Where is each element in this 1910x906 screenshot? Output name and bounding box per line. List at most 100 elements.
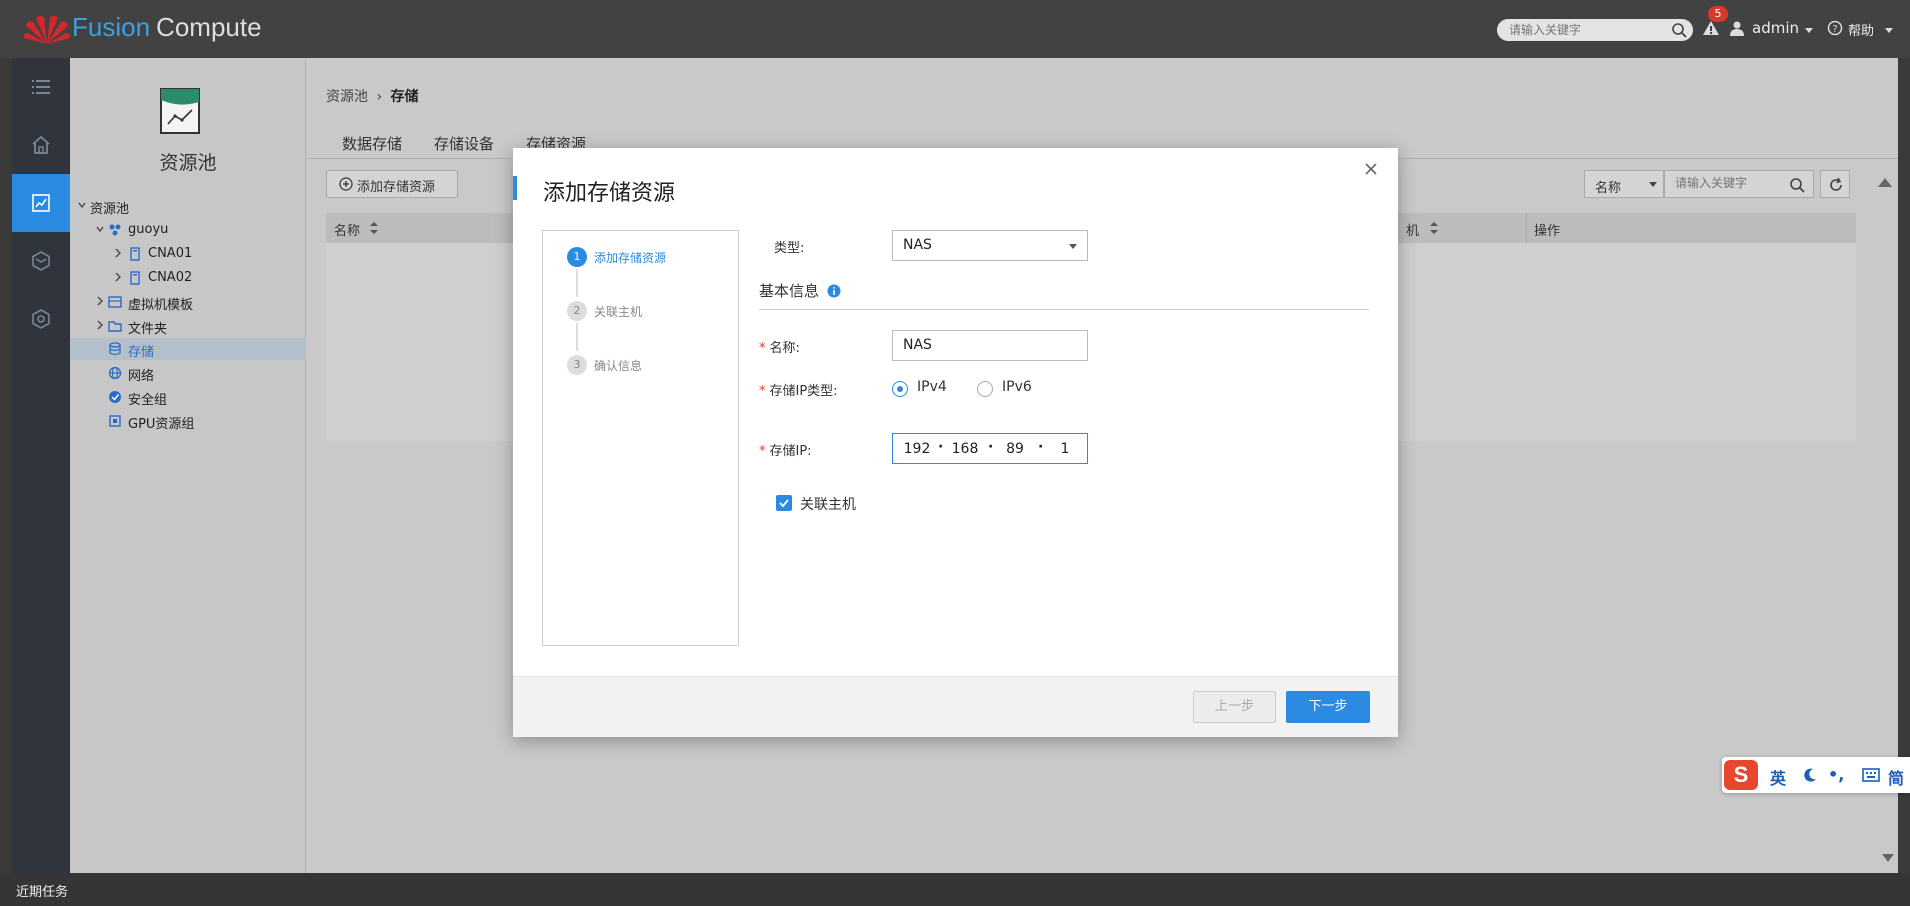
brand-title: Fusion Compute bbox=[72, 12, 262, 42]
chevron-right-icon[interactable] bbox=[114, 272, 122, 282]
filter-field-select[interactable]: 名称 bbox=[1584, 170, 1664, 198]
tree-item-label: 资源池 bbox=[90, 202, 130, 217]
sogou-logo-icon[interactable]: S bbox=[1724, 760, 1758, 790]
column-header-name[interactable]: 名称 bbox=[334, 220, 360, 239]
settings-icon[interactable] bbox=[31, 309, 51, 329]
filter-search-box[interactable] bbox=[1664, 170, 1814, 198]
refresh-icon[interactable] bbox=[1828, 177, 1844, 193]
chevron-right-icon[interactable] bbox=[96, 296, 104, 306]
tree-item-label: 文件夹 bbox=[128, 322, 168, 337]
radio-ipv6[interactable] bbox=[977, 381, 993, 397]
home-icon[interactable] bbox=[31, 135, 51, 155]
storage-ip-input[interactable]: 192 · 168 · 89 · 1 bbox=[892, 433, 1088, 464]
rail-menu[interactable] bbox=[12, 58, 70, 116]
huawei-logo-icon bbox=[23, 15, 71, 44]
sort-icon[interactable] bbox=[370, 222, 378, 234]
column-header-host[interactable]: 机 bbox=[1406, 220, 1419, 239]
previous-button[interactable]: 上一步 bbox=[1193, 691, 1276, 723]
resource-pool-icon[interactable] bbox=[31, 193, 51, 213]
tree-item-resource-pool[interactable]: 资源池 bbox=[70, 195, 306, 217]
ip-octet-1[interactable]: 192 bbox=[899, 441, 935, 457]
tab-data-storage[interactable]: 数据存储 bbox=[342, 133, 402, 154]
breadcrumb-parent[interactable]: 资源池 bbox=[326, 89, 368, 105]
tree-item-host-cna01[interactable]: CNA01 bbox=[70, 243, 306, 265]
refresh-button[interactable] bbox=[1820, 170, 1850, 198]
sort-icon[interactable] bbox=[1430, 222, 1438, 234]
ip-dot: · bbox=[938, 439, 944, 455]
tree-item-gpu-group[interactable]: GPU资源组 bbox=[70, 410, 306, 432]
user-caret-icon[interactable] bbox=[1805, 28, 1813, 33]
ime-punctuation-toggle[interactable]: •, bbox=[1828, 765, 1844, 784]
chevron-right-icon[interactable] bbox=[114, 248, 122, 258]
chevron-down-icon[interactable] bbox=[96, 224, 104, 234]
add-storage-resource-button[interactable]: 添加存储资源 bbox=[326, 170, 458, 198]
rail-vm[interactable] bbox=[12, 232, 70, 290]
tab-storage-device[interactable]: 存储设备 bbox=[434, 133, 494, 154]
scroll-down-icon[interactable] bbox=[1882, 854, 1894, 862]
ip-octet-2[interactable]: 168 bbox=[947, 441, 983, 457]
step-connector bbox=[576, 323, 578, 351]
ip-dot: · bbox=[988, 439, 994, 455]
tree-item-storage[interactable]: 存储 bbox=[70, 338, 306, 360]
dialog-title-accent bbox=[513, 176, 517, 200]
tree-item-network[interactable]: 网络 bbox=[70, 362, 306, 384]
next-button[interactable]: 下一步 bbox=[1286, 691, 1370, 723]
tree-item-security-group[interactable]: 安全组 bbox=[70, 386, 306, 408]
chevron-down-icon[interactable] bbox=[1069, 244, 1077, 249]
ip-octet-4[interactable]: 1 bbox=[1047, 441, 1083, 457]
step-number: 2 bbox=[567, 301, 587, 321]
tree-item-cluster-guoyu[interactable]: guoyu bbox=[70, 219, 306, 241]
add-button-label: 添加存储资源 bbox=[357, 180, 436, 195]
checkmark-icon bbox=[779, 499, 789, 508]
menu-icon[interactable] bbox=[31, 77, 51, 97]
chevron-down-icon[interactable] bbox=[78, 200, 86, 210]
breadcrumb-separator: › bbox=[376, 89, 383, 105]
host-icon bbox=[130, 271, 140, 285]
chevron-right-icon[interactable] bbox=[96, 320, 104, 330]
add-circle-icon bbox=[339, 177, 353, 191]
filter-field-value: 名称 bbox=[1595, 181, 1622, 196]
svg-text:?: ? bbox=[1832, 24, 1837, 35]
close-icon[interactable] bbox=[1364, 162, 1378, 176]
type-select[interactable]: NAS bbox=[892, 230, 1088, 261]
type-label: 类型: bbox=[774, 241, 805, 256]
vm-icon[interactable] bbox=[31, 251, 51, 271]
global-search[interactable] bbox=[1497, 19, 1693, 41]
resource-pool-large-icon bbox=[160, 88, 200, 134]
section-title-basic-info: 基本信息 bbox=[759, 282, 820, 300]
help-menu[interactable]: 帮助 bbox=[1848, 20, 1874, 39]
ime-mode-toggle[interactable]: 简 bbox=[1888, 765, 1904, 789]
info-icon[interactable] bbox=[827, 284, 841, 298]
moon-icon[interactable] bbox=[1802, 767, 1818, 783]
global-search-input[interactable] bbox=[1509, 21, 1669, 39]
tree-item-folder[interactable]: 文件夹 bbox=[70, 315, 306, 337]
name-input[interactable]: NAS bbox=[892, 330, 1088, 361]
associate-host-checkbox[interactable] bbox=[776, 495, 792, 511]
search-icon[interactable] bbox=[1671, 22, 1687, 38]
rail-home[interactable] bbox=[12, 116, 70, 174]
user-menu[interactable]: admin bbox=[1752, 19, 1799, 37]
chevron-down-icon[interactable] bbox=[1649, 182, 1657, 187]
breadcrumb: 资源池 › 存储 bbox=[326, 86, 419, 106]
help-caret-icon[interactable] bbox=[1885, 28, 1893, 33]
recent-tasks-link[interactable]: 近期任务 bbox=[16, 881, 68, 900]
ime-language-toggle[interactable]: 英 bbox=[1770, 765, 1786, 789]
rail-resource-pool[interactable] bbox=[12, 174, 70, 232]
filter-search-input[interactable] bbox=[1675, 176, 1785, 190]
keyboard-icon[interactable] bbox=[1862, 768, 1880, 782]
tree-item-host-cna02[interactable]: CNA02 bbox=[70, 267, 306, 289]
user-icon[interactable] bbox=[1729, 20, 1745, 36]
name-input-value: NAS bbox=[903, 337, 932, 353]
radio-ipv6-label[interactable]: IPv6 bbox=[1002, 379, 1032, 395]
radio-ipv4-label[interactable]: IPv4 bbox=[917, 379, 947, 395]
radio-ipv4[interactable] bbox=[892, 381, 908, 397]
tree-item-vm-template[interactable]: 虚拟机模板 bbox=[70, 291, 306, 313]
scroll-up-icon[interactable] bbox=[1878, 178, 1892, 187]
rail-system[interactable] bbox=[12, 290, 70, 348]
ip-octet-3[interactable]: 89 bbox=[997, 441, 1033, 457]
help-icon[interactable]: ? bbox=[1827, 20, 1843, 36]
tree-item-label: 网络 bbox=[128, 369, 155, 384]
search-icon[interactable] bbox=[1789, 177, 1805, 193]
associate-host-label[interactable]: 关联主机 bbox=[800, 494, 856, 514]
tree-item-label: CNA01 bbox=[148, 246, 193, 261]
